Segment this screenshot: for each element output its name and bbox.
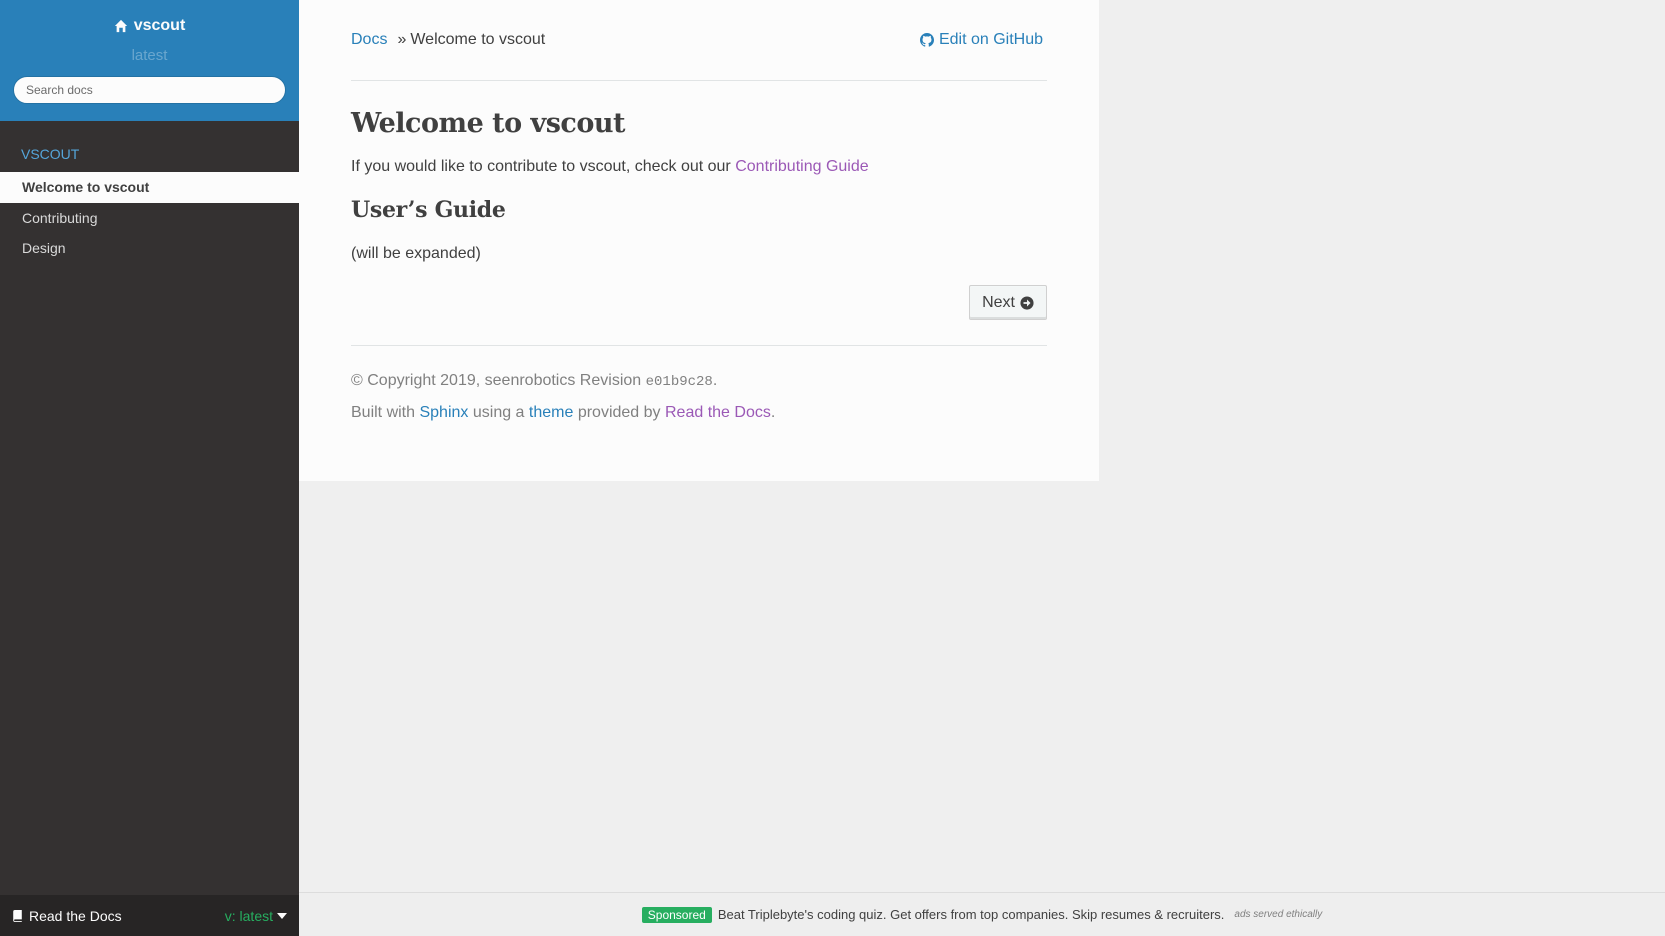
sidebar-item-design[interactable]: Design bbox=[0, 233, 299, 263]
breadcrumb: Docs » Welcome to vscout Edit on GitHub bbox=[351, 0, 1047, 81]
edit-on-github-label: Edit on GitHub bbox=[938, 31, 1043, 48]
project-home-link[interactable]: vscout bbox=[114, 17, 186, 35]
using-a-text: using a bbox=[472, 404, 525, 421]
revision-hash: e01b9c28 bbox=[645, 374, 713, 390]
intro-text: If you would like to contribute to vscou… bbox=[351, 158, 731, 175]
sponsored-badge: Sponsored bbox=[641, 906, 712, 923]
section-text: (will be expanded) bbox=[351, 245, 481, 262]
sidebar-header: vscout latest bbox=[0, 0, 299, 121]
search-input[interactable] bbox=[13, 76, 286, 104]
main-content: Docs » Welcome to vscout Edit on GitHub … bbox=[299, 0, 1099, 481]
ad-text[interactable]: Beat Triplebyte's coding quiz. Get offer… bbox=[718, 907, 1225, 922]
arrow-circle-right-icon bbox=[1020, 295, 1034, 310]
contributing-guide-link[interactable]: Contributing Guide bbox=[735, 158, 868, 175]
sphinx-link[interactable]: Sphinx bbox=[419, 404, 468, 421]
next-button-label: Next bbox=[982, 293, 1015, 311]
book-icon bbox=[13, 909, 22, 922]
edit-on-github-link[interactable]: Edit on GitHub bbox=[919, 31, 1043, 49]
intro-paragraph: If you would like to contribute to vscou… bbox=[351, 158, 1047, 176]
section-title: User’s Guide bbox=[351, 197, 506, 223]
copyright-line: © Copyright 2019, seenrobotics Revision … bbox=[351, 372, 1047, 390]
page-nav: Next bbox=[351, 285, 1047, 320]
theme-link[interactable]: theme bbox=[529, 404, 573, 421]
sidebar-item-contributing[interactable]: Contributing bbox=[0, 203, 299, 233]
sidebar-item-welcome[interactable]: Welcome to vscout bbox=[0, 172, 299, 203]
footer-divider bbox=[351, 345, 1047, 346]
built-with-period: . bbox=[770, 404, 776, 421]
project-name: vscout bbox=[133, 17, 186, 34]
breadcrumb-current: Welcome to vscout bbox=[410, 31, 546, 48]
rtd-label: Read the Docs bbox=[12, 908, 122, 924]
version-selector[interactable]: v: latest bbox=[225, 908, 287, 924]
copyright-period: . bbox=[712, 372, 718, 389]
sidebar: vscout latest VSCOUT Welcome to vscout C… bbox=[0, 0, 299, 936]
next-button[interactable]: Next bbox=[969, 285, 1047, 320]
built-with-line: Built with Sphinx using a theme provided… bbox=[351, 404, 1047, 422]
ads-ethical-note[interactable]: ads served ethically bbox=[1234, 909, 1322, 920]
breadcrumb-docs-link[interactable]: Docs bbox=[351, 31, 387, 49]
github-icon bbox=[919, 33, 934, 47]
breadcrumb-separator: » bbox=[397, 31, 407, 48]
rtd-link[interactable]: Read the Docs bbox=[665, 404, 771, 421]
built-with-text: Built with bbox=[351, 404, 416, 421]
copyright-text: © Copyright 2019, seenrobotics Revision bbox=[351, 372, 642, 389]
page-title: Welcome to vscout bbox=[351, 108, 625, 139]
caret-down-icon bbox=[277, 912, 287, 919]
version-label: latest bbox=[131, 47, 168, 64]
version-selector-label: v: latest bbox=[224, 907, 273, 924]
nav-caption: VSCOUT bbox=[21, 146, 80, 162]
rtd-version-bar[interactable]: Read the Docs v: latest bbox=[0, 895, 299, 936]
sponsored-ad-bar[interactable]: Sponsored Beat Triplebyte's coding quiz.… bbox=[299, 892, 1665, 936]
rtd-label-text: Read the Docs bbox=[29, 907, 122, 924]
provided-by-text: provided by bbox=[577, 404, 661, 421]
home-icon bbox=[114, 19, 127, 33]
